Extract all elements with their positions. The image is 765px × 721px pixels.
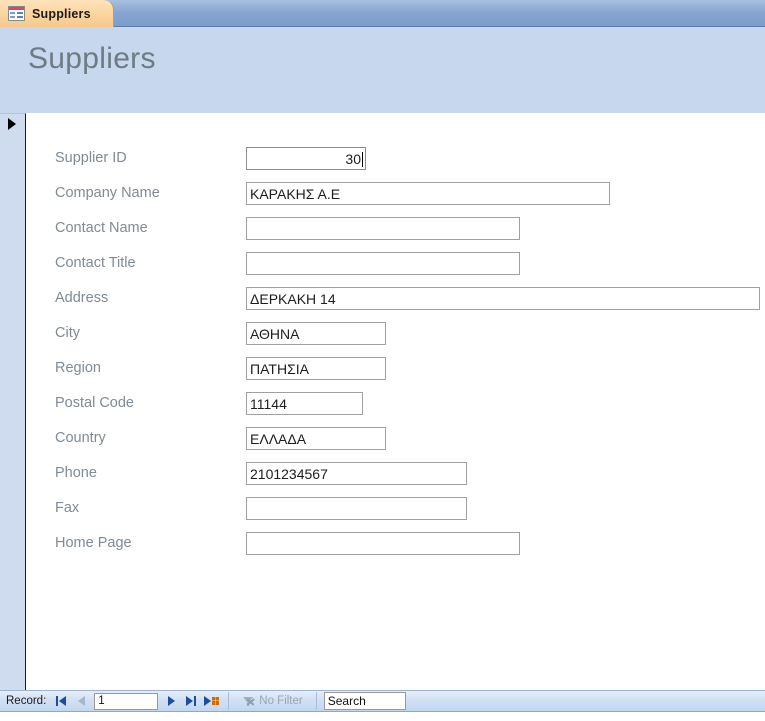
record-navigation-bar: Record: No Filter bbox=[0, 690, 765, 712]
document-tab-strip: Suppliers bbox=[0, 0, 765, 27]
field-value: 11144 bbox=[250, 396, 287, 412]
form-icon bbox=[8, 6, 25, 21]
field-label: Country bbox=[55, 430, 106, 446]
field-input[interactable]: ΔΕΡΚΑΚΗ 14 bbox=[246, 287, 760, 310]
field-input[interactable] bbox=[246, 217, 520, 240]
field-value: 30 bbox=[345, 151, 361, 167]
new-record-icon[interactable] bbox=[201, 691, 221, 711]
filter-status-label: No Filter bbox=[259, 695, 303, 707]
field-input[interactable]: 11144 bbox=[246, 392, 363, 415]
field-label: City bbox=[55, 325, 80, 341]
field-label: Address bbox=[55, 290, 109, 306]
no-filter-button[interactable]: No Filter bbox=[236, 695, 308, 708]
page-title: Suppliers bbox=[28, 42, 156, 75]
field-list: Supplier ID 30 Company Name ΚΑΡΑΚΗΣ Α.Ε Cont… bbox=[27, 113, 765, 690]
field-label: Phone bbox=[55, 465, 97, 481]
field-value: ΕΛΛΑΔΑ bbox=[250, 431, 307, 447]
form-header-band: Suppliers bbox=[0, 27, 765, 113]
nav-divider bbox=[228, 692, 230, 710]
field-value: ΔΕΡΚΑΚΗ 14 bbox=[250, 291, 336, 307]
field-label: Contact Name bbox=[55, 220, 148, 236]
field-value: 2101234567 bbox=[250, 466, 328, 482]
field-value: ΠΑΤΗΣΙΑ bbox=[250, 361, 309, 377]
field-label: Company Name bbox=[55, 185, 160, 201]
record-number-input[interactable] bbox=[94, 692, 159, 710]
field-label: Supplier ID bbox=[55, 150, 127, 166]
field-input[interactable] bbox=[246, 532, 520, 555]
field-label: Postal Code bbox=[55, 395, 134, 411]
field-value: ΚΑΡΑΚΗΣ Α.Ε bbox=[250, 186, 341, 202]
right-triangle-icon bbox=[8, 118, 16, 130]
field-input[interactable]: ΑΘΗΝΑ bbox=[246, 322, 386, 345]
form-detail-section: Supplier ID 30 Company Name ΚΑΡΑΚΗΣ Α.Ε Cont… bbox=[0, 113, 765, 690]
record-label: Record: bbox=[6, 695, 47, 707]
next-record-icon[interactable] bbox=[161, 691, 181, 711]
first-record-icon[interactable] bbox=[51, 691, 71, 711]
field-label: Contact Title bbox=[55, 255, 136, 271]
previous-record-icon[interactable] bbox=[71, 691, 91, 711]
funnel-x-icon bbox=[242, 695, 255, 708]
field-input[interactable]: ΕΛΛΑΔΑ bbox=[246, 427, 386, 450]
field-value: ΑΘΗΝΑ bbox=[250, 326, 300, 342]
field-input[interactable]: 2101234567 bbox=[246, 462, 467, 485]
field-label: Region bbox=[55, 360, 101, 376]
field-input[interactable] bbox=[246, 252, 520, 275]
field-input[interactable]: 30 bbox=[246, 147, 366, 170]
record-selector-bar[interactable] bbox=[0, 113, 26, 690]
bottom-filler bbox=[0, 712, 765, 721]
text-caret bbox=[362, 151, 363, 167]
last-record-icon[interactable] bbox=[181, 691, 201, 711]
field-input[interactable] bbox=[246, 497, 467, 520]
field-label: Home Page bbox=[55, 535, 132, 551]
search-input[interactable] bbox=[323, 692, 406, 710]
nav-divider-2 bbox=[315, 692, 317, 710]
field-input[interactable]: ΚΑΡΑΚΗΣ Α.Ε bbox=[246, 182, 610, 205]
field-label: Fax bbox=[55, 500, 80, 516]
field-input[interactable]: ΠΑΤΗΣΙΑ bbox=[246, 357, 386, 380]
document-tab-label: Suppliers bbox=[32, 6, 91, 21]
document-tab-suppliers[interactable]: Suppliers bbox=[0, 0, 114, 27]
